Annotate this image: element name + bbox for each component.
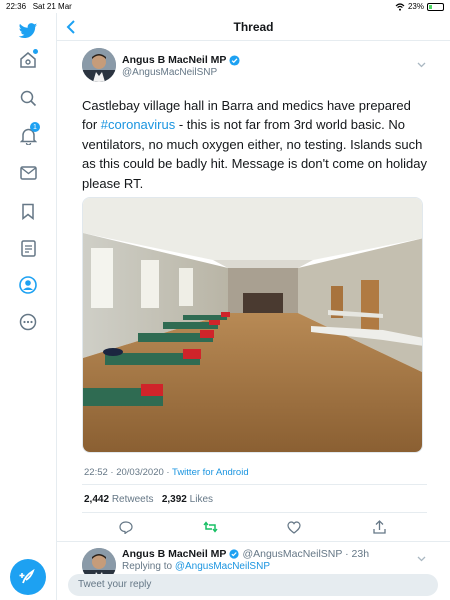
sidebar-item-home[interactable] xyxy=(17,49,39,71)
reply-author-name: Angus B MacNeil MP xyxy=(122,548,227,560)
heart-icon xyxy=(287,520,301,534)
author-name[interactable]: Angus B MacNeil MP xyxy=(122,54,240,66)
profile-icon xyxy=(19,276,37,294)
author-name-text: Angus B MacNeil MP xyxy=(122,54,227,66)
sidebar-item-bookmarks[interactable] xyxy=(17,200,39,222)
replying-to: Replying to @AngusMacNeilSNP xyxy=(122,561,270,572)
home-unread-dot xyxy=(33,49,38,54)
retweets-label: Retweets xyxy=(111,494,154,505)
hashtag-link[interactable]: #coronavirus xyxy=(101,117,175,132)
reply-options-button[interactable] xyxy=(417,549,426,567)
tweet-text: Castlebay village hall in Barra and medi… xyxy=(82,96,427,193)
mail-icon xyxy=(19,166,37,180)
tweet-options-button[interactable] xyxy=(417,55,426,73)
status-bar: 22:36 Sat 21 Mar 23% xyxy=(0,0,450,13)
status-time-date: 22:36 Sat 21 Mar xyxy=(6,2,72,11)
retweets-stat[interactable]: 2,442 Retweets xyxy=(84,494,154,505)
share-icon xyxy=(372,520,386,534)
sidebar-item-more[interactable] xyxy=(17,311,39,333)
sidebar-item-notifications[interactable]: 1 xyxy=(17,122,40,147)
retweet-button[interactable] xyxy=(202,519,218,535)
wifi-icon xyxy=(395,2,405,11)
like-button[interactable] xyxy=(286,519,302,535)
replying-to-handle[interactable]: @AngusMacNeilSNP xyxy=(175,561,270,572)
author-avatar[interactable] xyxy=(82,48,116,82)
status-date: Sat 21 Mar xyxy=(32,2,72,11)
tweet-source-link[interactable]: Twitter for Android xyxy=(172,467,249,478)
likes-stat[interactable]: 2,392 Likes xyxy=(162,494,213,505)
tweet-timestamp: 22:52 · 20/03/2020 · xyxy=(84,467,173,478)
divider xyxy=(57,541,450,542)
bookmark-icon xyxy=(22,203,34,220)
reply-icon xyxy=(119,520,133,534)
status-right: 23% xyxy=(395,2,444,11)
reply-author[interactable]: Angus B MacNeil MP @AngusMacNeilSNP · 23… xyxy=(122,548,369,560)
sidebar-nav: 1 xyxy=(0,13,57,600)
battery-percent: 23% xyxy=(407,2,424,11)
sidebar-item-search[interactable] xyxy=(17,87,39,109)
compose-tweet-button[interactable] xyxy=(10,559,46,595)
village-hall-photo xyxy=(83,198,422,452)
reply-button[interactable] xyxy=(118,519,134,535)
twitter-bird-icon[interactable] xyxy=(17,20,39,42)
verified-badge-icon xyxy=(229,549,240,559)
chevron-down-icon xyxy=(417,62,426,68)
author-handle[interactable]: @AngusMacNeilSNP xyxy=(122,67,217,78)
battery-icon xyxy=(427,2,444,11)
reply-composer-input[interactable]: Tweet your reply xyxy=(68,574,438,596)
notification-badge: 1 xyxy=(30,122,40,132)
retweet-count: 2,442 xyxy=(84,494,110,505)
retweet-icon xyxy=(202,521,218,533)
replying-to-label: Replying to xyxy=(122,561,175,572)
share-button[interactable] xyxy=(371,519,387,535)
tweet-stats: 2,442 Retweets 2,392 Likes xyxy=(84,494,213,505)
tweet-meta: 22:52 · 20/03/2020 · Twitter for Android xyxy=(84,467,249,478)
lists-icon xyxy=(20,239,36,257)
reply-handle-time: @AngusMacNeilSNP · 23h xyxy=(242,548,370,560)
divider xyxy=(82,484,427,485)
chevron-down-icon xyxy=(417,556,426,562)
sidebar-item-messages[interactable] xyxy=(17,162,39,184)
sidebar-item-lists[interactable] xyxy=(17,237,39,259)
divider xyxy=(82,512,427,513)
more-icon xyxy=(19,313,37,331)
likes-label: Likes xyxy=(189,494,214,505)
compose-tweet-icon xyxy=(19,568,35,584)
thread-header: Thread xyxy=(57,13,450,41)
page-title: Thread xyxy=(233,20,274,34)
tweet-photo[interactable] xyxy=(82,197,423,453)
status-time: 22:36 xyxy=(6,2,27,11)
tweet-actions xyxy=(82,516,427,538)
sidebar-item-profile[interactable] xyxy=(17,274,39,296)
like-count: 2,392 xyxy=(161,494,187,505)
search-icon xyxy=(20,90,36,106)
verified-badge-icon xyxy=(229,54,240,66)
